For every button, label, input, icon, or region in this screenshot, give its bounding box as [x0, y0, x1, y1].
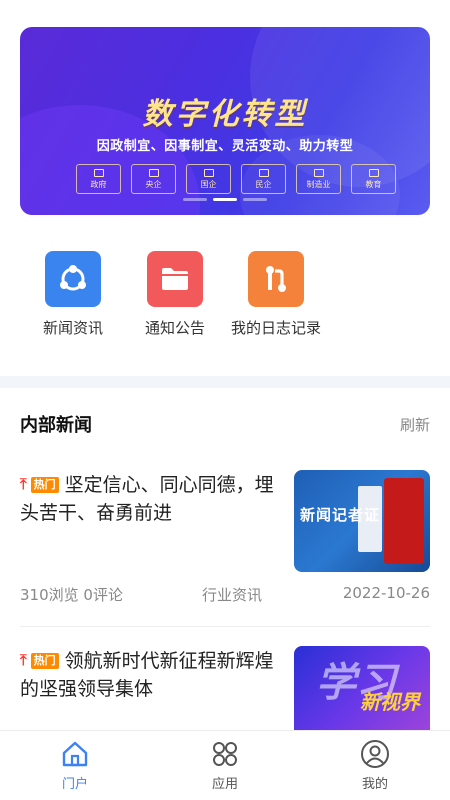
- news-thumbnail: 学习 新视界: [294, 646, 430, 730]
- news-comments: 0评论: [83, 586, 123, 604]
- news-views: 310浏览: [20, 586, 79, 604]
- section-header: 内部新闻 刷新: [20, 410, 430, 438]
- pin-top-icon: ⤒: [20, 475, 27, 493]
- news-meta: 310浏览 0评论 行业资讯 2022-10-26: [20, 584, 430, 605]
- hot-badge: 热门: [30, 653, 59, 669]
- banner-tags: 政府 央企 国企 民企 制造业 教育: [76, 164, 396, 194]
- banner-tag: 制造业: [296, 164, 341, 194]
- quick-entry-label: 新闻资讯: [43, 319, 104, 337]
- news-title-block: ⤒ 热门 领航新时代新征程新辉煌的坚强领导集体: [20, 646, 275, 703]
- folder-icon: [147, 251, 203, 307]
- building-icon: [93, 168, 104, 177]
- carousel-dot[interactable]: [243, 198, 267, 201]
- tab-label: 我的: [361, 777, 388, 792]
- carousel-indicator: [20, 198, 430, 201]
- thumbnail-decoration: [384, 478, 424, 564]
- banner-tag: 教育: [351, 164, 396, 194]
- git-compare-icon: [248, 251, 304, 307]
- bottom-tab-bar: 门户 应用 我的: [0, 730, 450, 800]
- tab-label: 门户: [61, 777, 88, 792]
- carousel-dot-active[interactable]: [213, 198, 237, 201]
- refresh-button[interactable]: 刷新: [400, 414, 430, 435]
- home-icon: [62, 741, 88, 767]
- banner-tag-label: 制造业: [306, 179, 331, 189]
- quick-entry-label: 通知公告: [145, 319, 206, 337]
- news-category: 行业资讯: [202, 586, 263, 604]
- news-title-block: ⤒ 热门 坚定信心、同心同德，埋头苦干、奋勇前进: [20, 470, 275, 527]
- share-network-icon: [45, 251, 101, 307]
- quick-entry-notice[interactable]: 通知公告: [145, 251, 205, 338]
- building-icon: [258, 168, 269, 177]
- school-icon: [368, 168, 379, 177]
- banner-subtitle: 因政制宜、因事制宜、灵活变动、助力转型: [96, 139, 354, 154]
- section-divider: [0, 376, 450, 388]
- banner-tag: 政府: [76, 164, 121, 194]
- banner-tag-label: 教育: [365, 179, 382, 189]
- tab-apps[interactable]: 应用: [150, 731, 300, 800]
- divider: [20, 626, 430, 627]
- user-icon: [361, 740, 389, 768]
- banner-carousel[interactable]: 数字化转型 因政制宜、因事制宜、灵活变动、助力转型 政府 央企 国企 民企 制造…: [20, 27, 430, 215]
- banner-tag: 民企: [241, 164, 286, 194]
- banner-tag-label: 政府: [90, 179, 107, 189]
- tab-portal[interactable]: 门户: [0, 731, 150, 800]
- apps-icon: [213, 742, 237, 766]
- tab-label: 应用: [211, 777, 238, 792]
- banner-tag-label: 国企: [200, 179, 217, 189]
- section-title: 内部新闻: [20, 415, 92, 436]
- quick-entry-grid: 新闻资讯 通知公告 我的日志记录: [0, 251, 450, 351]
- news-date: 2022-10-26: [342, 584, 430, 602]
- banner-tag-label: 央企: [145, 179, 162, 189]
- banner-title: 数字化转型: [142, 97, 308, 132]
- tab-mine[interactable]: 我的: [300, 731, 450, 800]
- news-thumbnail: 新闻记者证: [294, 470, 430, 572]
- news-stats: 310浏览 0评论: [20, 584, 202, 605]
- news-item[interactable]: ⤒ 热门 领航新时代新征程新辉煌的坚强领导集体 学习 新视界: [20, 646, 430, 730]
- quick-entry-news[interactable]: 新闻资讯: [43, 251, 103, 338]
- building-icon: [203, 168, 214, 177]
- carousel-dot[interactable]: [183, 198, 207, 201]
- hot-badge: 热门: [30, 477, 59, 493]
- thumbnail-text: 新闻记者证: [300, 506, 381, 524]
- banner-tag: 国企: [186, 164, 231, 194]
- thumbnail-text: 新视界: [360, 690, 420, 714]
- building-icon: [148, 168, 159, 177]
- factory-icon: [313, 168, 324, 177]
- pin-top-icon: ⤒: [20, 651, 27, 669]
- quick-entry-label: 我的日志记录: [230, 319, 321, 337]
- news-item[interactable]: ⤒ 热门 坚定信心、同心同德，埋头苦干、奋勇前进 新闻记者证 310浏览 0评论 行…: [20, 470, 430, 627]
- banner-tag: 央企: [131, 164, 176, 194]
- quick-entry-log[interactable]: 我的日志记录: [227, 251, 325, 338]
- banner-tag-label: 民企: [255, 179, 272, 189]
